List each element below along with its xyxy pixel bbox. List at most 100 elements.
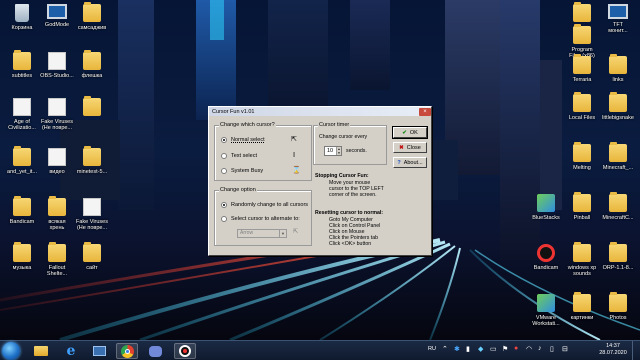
desktop-icon[interactable]: картинки bbox=[562, 292, 602, 321]
radio-system-busy[interactable]: System Busy bbox=[221, 168, 263, 174]
desktop-icon[interactable]: TFT монит... bbox=[598, 4, 638, 34]
desktop-icon-label: links bbox=[612, 77, 624, 83]
ie-taskbar-button[interactable]: e bbox=[60, 343, 82, 359]
discord-taskbar-button[interactable] bbox=[144, 343, 166, 359]
desktop-icon-label: Корзина bbox=[11, 25, 33, 31]
volume-icon[interactable]: ♪ bbox=[538, 345, 542, 360]
radio-normal-select[interactable]: Normal select bbox=[221, 137, 265, 143]
timer-seconds-spinner[interactable]: 10 ▲ ▼ bbox=[324, 146, 342, 156]
desktop-icon[interactable] bbox=[562, 2, 602, 25]
desktop-icon[interactable]: Program Files (x86) bbox=[562, 24, 602, 59]
radio-indicator[interactable] bbox=[221, 216, 227, 222]
about-button[interactable]: ? About... bbox=[393, 157, 427, 168]
desktop-icon[interactable]: видео bbox=[37, 148, 77, 175]
flag-icon[interactable]: ⚑ bbox=[502, 345, 508, 360]
usb-icon[interactable]: ⊟ bbox=[562, 345, 568, 360]
radio-label: Normal select bbox=[231, 137, 265, 143]
folder-icon bbox=[13, 146, 31, 166]
desktop-icon[interactable]: Fake Viruses (Не поврe... bbox=[72, 198, 112, 231]
radio-indicator[interactable] bbox=[221, 202, 227, 208]
desktop-icon[interactable]: and_yet_it... bbox=[2, 146, 42, 175]
desktop-icon-label: Fallout Shelte... bbox=[46, 265, 68, 277]
desktop-icon-label: GodMode bbox=[44, 22, 70, 28]
clock-date: 28.07.2020 bbox=[599, 350, 627, 356]
battery-icon[interactable]: ▯ bbox=[550, 345, 554, 360]
app-tray-icon[interactable]: ◆ bbox=[478, 345, 483, 360]
radio-indicator[interactable] bbox=[221, 137, 227, 143]
desktop-icon[interactable]: Bandicam bbox=[2, 196, 42, 225]
language-indicator[interactable]: RU bbox=[428, 346, 436, 360]
media-taskbar-button[interactable] bbox=[88, 343, 110, 359]
chrome-taskbar-button[interactable] bbox=[116, 343, 138, 359]
radio-indicator[interactable] bbox=[221, 153, 227, 159]
show-desktop-button[interactable] bbox=[632, 341, 640, 360]
desktop-icon[interactable]: subtitles bbox=[2, 50, 42, 79]
tray-chevron-icon[interactable]: ⌃ bbox=[442, 345, 448, 360]
network-icon[interactable]: ▮ bbox=[466, 345, 470, 360]
desktop-icon[interactable]: Корзина bbox=[2, 4, 42, 31]
desktop-icon[interactable]: самсаджив bbox=[72, 2, 112, 31]
spinner-arrows-icon[interactable]: ▲ ▼ bbox=[336, 147, 341, 155]
desktop-icon[interactable]: Age of Civilizatio... bbox=[2, 98, 42, 131]
chevron-down-icon[interactable]: ▼ bbox=[279, 230, 286, 237]
bluetooth-icon[interactable]: ✱ bbox=[454, 345, 460, 360]
desktop-icon[interactable]: флешка bbox=[72, 50, 112, 79]
desktop-icon[interactable]: Pinball bbox=[562, 192, 602, 221]
file-explorer-taskbar-button[interactable] bbox=[30, 343, 52, 359]
desktop-icon[interactable]: Terraria bbox=[562, 54, 602, 83]
radio-label: Randomly change to all cursors bbox=[231, 202, 309, 208]
desktop-icon[interactable]: VMware Workstati... bbox=[526, 294, 566, 327]
desktop-icon[interactable]: ORP-1.1-8... bbox=[598, 242, 638, 271]
desktop-icon[interactable]: Photos bbox=[598, 292, 638, 321]
change-option-title: Change option bbox=[219, 187, 257, 193]
arrow-cursor-icon: ⇱ bbox=[293, 228, 299, 235]
record-tray-icon[interactable]: ● bbox=[514, 345, 518, 360]
radio-indicator[interactable] bbox=[221, 168, 227, 174]
folder-icon bbox=[573, 2, 591, 22]
desktop-icon[interactable]: Melting bbox=[562, 142, 602, 171]
desktop-icon[interactable]: OBS-Studio... bbox=[37, 52, 77, 79]
start-button[interactable] bbox=[2, 342, 20, 360]
radio-select-cursor[interactable]: Select cursor to alternate to: bbox=[221, 216, 300, 222]
desktop-icon[interactable]: Fake Viruses (Не поврe... bbox=[37, 98, 77, 131]
taskbar: e RU ⌃ ✱ ▮ ◆ ▭ ⚑ ● ◠ ♪ ▯ ⊟ 14:37 28.07.2… bbox=[0, 340, 640, 360]
desktop-icon[interactable]: музыка bbox=[2, 242, 42, 271]
folder-icon bbox=[48, 242, 66, 262]
desktop-icon[interactable]: minetest-5... bbox=[72, 146, 112, 175]
clock-time: 14:37 bbox=[606, 343, 620, 349]
alternate-cursor-combo[interactable]: Arrow ▼ bbox=[237, 229, 287, 238]
desktop-icon[interactable]: Minecraft_... bbox=[598, 142, 638, 171]
desktop-icon[interactable]: windows xp sounds bbox=[562, 242, 602, 277]
desktop-icon[interactable]: сайт bbox=[72, 242, 112, 271]
desktop-icon-label: сайт bbox=[86, 265, 98, 271]
monitor-tray-icon[interactable]: ▭ bbox=[490, 345, 497, 360]
clock[interactable]: 14:37 28.07.2020 bbox=[598, 343, 628, 360]
desktop-icon-label: and_yet_it... bbox=[7, 169, 37, 175]
desktop-icon-label: VMware Workstati... bbox=[532, 315, 560, 327]
desktop-icon-label: Terraria bbox=[572, 77, 592, 83]
desktop-icon-label: Bandicam bbox=[533, 265, 559, 271]
desktop-icon[interactable]: littlebigsnake bbox=[598, 92, 638, 121]
dialog-titlebar[interactable]: Cursor Fun v1.01 × bbox=[209, 107, 431, 116]
radio-randomly-change[interactable]: Randomly change to all cursors bbox=[221, 202, 308, 208]
desktop-icon[interactable]: Bandicam bbox=[526, 244, 566, 271]
close-button[interactable]: ✖ Close bbox=[393, 142, 427, 153]
radio-text-select[interactable]: Text select bbox=[221, 153, 257, 159]
desktop-icon[interactable]: links bbox=[598, 54, 638, 83]
folder-icon bbox=[34, 346, 48, 356]
desktop-icon[interactable]: GodMode bbox=[37, 4, 77, 28]
ok-button[interactable]: ✔ OK bbox=[392, 126, 428, 139]
obs-taskbar-button[interactable] bbox=[174, 343, 196, 359]
desktop-icon-label: MinecraftC... bbox=[602, 215, 634, 221]
close-window-button[interactable]: × bbox=[419, 107, 431, 116]
desktop-icon[interactable] bbox=[72, 96, 112, 119]
wifi-icon[interactable]: ◠ bbox=[526, 345, 532, 360]
folder-icon bbox=[83, 242, 101, 262]
desktop-icon[interactable]: MinecraftC... bbox=[598, 192, 638, 221]
desktop-icon[interactable]: Fallout Shelte... bbox=[37, 242, 77, 277]
desktop-icon[interactable]: Local Files bbox=[562, 92, 602, 121]
stopping-heading: Stopping Cursor Fun: bbox=[315, 173, 369, 179]
desktop-icon[interactable]: BlueStacks bbox=[526, 194, 566, 221]
radio-label: Select cursor to alternate to: bbox=[231, 216, 300, 222]
desktop-icon[interactable]: всякая хрень bbox=[37, 196, 77, 231]
